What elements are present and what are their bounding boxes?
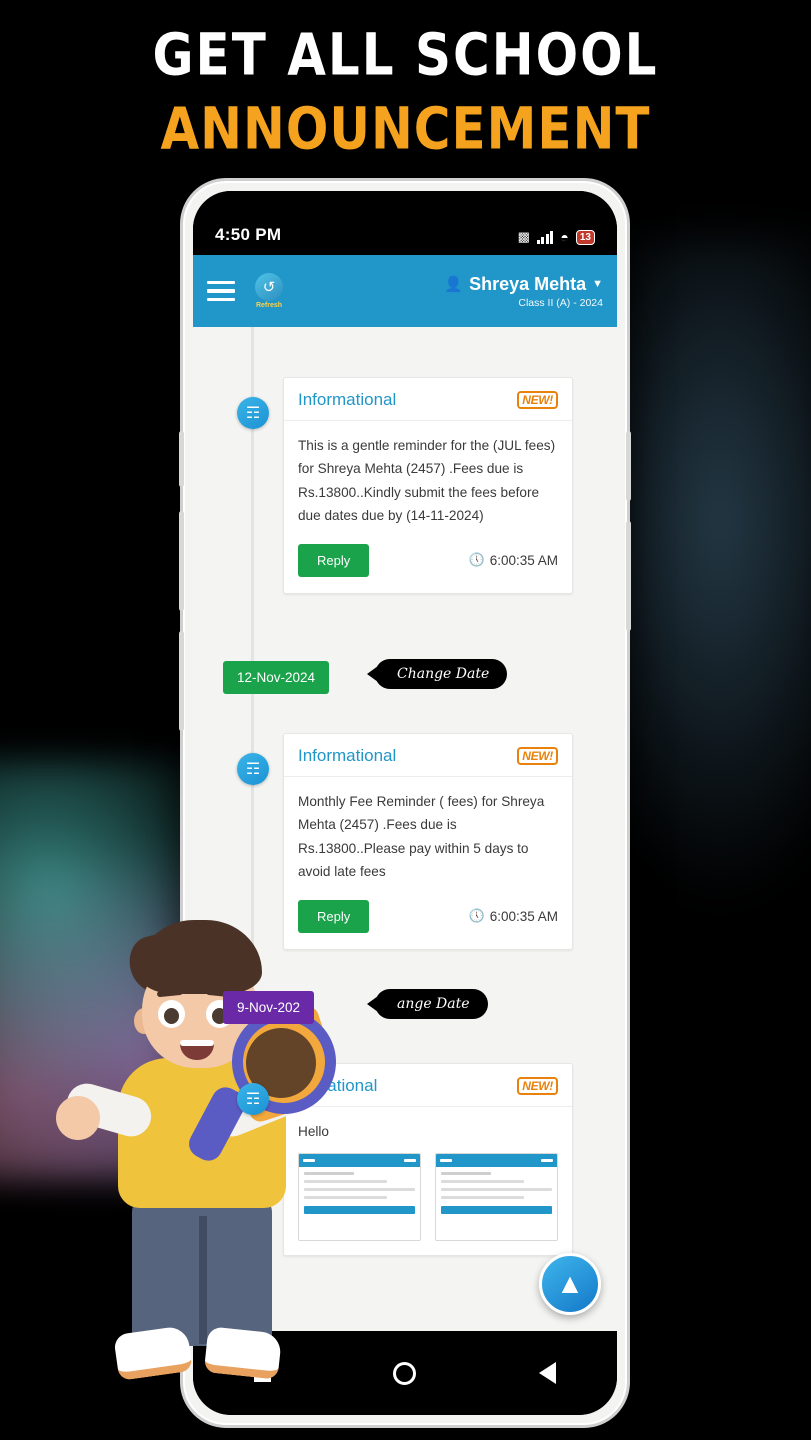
date-chip-2: 9-Nov-202 bbox=[223, 991, 315, 1024]
announcement-footer: Reply 🕔 6:00:35 AM bbox=[284, 532, 572, 593]
announcement-time-text: 6:00:35 AM bbox=[489, 552, 558, 568]
announcement-icon: ☶ bbox=[237, 397, 269, 429]
user-name: Shreya Mehta bbox=[469, 273, 587, 294]
home-icon[interactable] bbox=[393, 1361, 417, 1385]
announcement-title: Informational bbox=[298, 390, 397, 409]
promo-headline: GET ALL SCHOOL ANNOUNCEMENT bbox=[0, 26, 811, 158]
sim-icon: ▩ bbox=[517, 229, 530, 244]
announcement-icon: ☶ bbox=[237, 1083, 269, 1115]
user-menu[interactable]: 👤 Shreya Mehta ▼ Class II (A) - 2024 bbox=[444, 274, 603, 309]
phone-side-button-1 bbox=[179, 431, 184, 487]
chevron-down-icon[interactable]: ▼ bbox=[592, 278, 603, 290]
status-time: 4:50 PM bbox=[215, 225, 282, 244]
announcement-time-text: 6:00:35 AM bbox=[489, 908, 558, 924]
clock-icon: 🕔 bbox=[468, 908, 485, 923]
status-bar: 4:50 PM ▩ ◓ 13 bbox=[193, 191, 617, 255]
change-date-button-1[interactable]: Change Date bbox=[375, 659, 508, 689]
announcement-text: Monthly Fee Reminder ( fees) for Shreya … bbox=[298, 794, 545, 880]
scroll-to-top-icon[interactable]: ▲ bbox=[539, 1253, 601, 1315]
refresh-label: Refresh bbox=[255, 302, 283, 309]
attachment-thumbnail[interactable] bbox=[435, 1153, 558, 1242]
status-indicators: ▩ ◓ 13 bbox=[518, 229, 595, 245]
refresh-button[interactable]: ↺ Refresh bbox=[255, 273, 283, 309]
headline-line-2: ANNOUNCEMENT bbox=[160, 95, 651, 163]
announcement-time: 🕔 6:00:35 AM bbox=[469, 908, 559, 924]
announcement-text: Hello bbox=[298, 1124, 329, 1139]
announcement-time: 🕔 6:00:35 AM bbox=[469, 552, 559, 568]
announcement-body: This is a gentle reminder for the (JUL f… bbox=[284, 421, 572, 532]
new-badge: NEW! bbox=[517, 747, 558, 765]
announcement-icon: ☶ bbox=[237, 753, 269, 785]
phone-side-button-3 bbox=[179, 631, 184, 731]
app-bar: ↺ Refresh 👤 Shreya Mehta ▼ Class II (A) … bbox=[193, 255, 617, 327]
phone-side-button-5 bbox=[626, 521, 631, 631]
new-badge: NEW! bbox=[517, 391, 558, 409]
date-chip-1: 12-Nov-2024 bbox=[223, 661, 330, 694]
announcement-header: Informational NEW! bbox=[284, 734, 572, 777]
announcement-text: This is a gentle reminder for the (JUL f… bbox=[298, 438, 556, 524]
wifi-icon: ◓ bbox=[560, 229, 569, 245]
user-avatar-icon: 👤 bbox=[444, 276, 464, 293]
announcement-title: Informational bbox=[298, 746, 397, 765]
phone-side-button-2 bbox=[179, 511, 184, 611]
mascot-illustration bbox=[51, 900, 350, 1410]
back-icon[interactable] bbox=[538, 1362, 556, 1384]
headline-line-1: GET ALL SCHOOL bbox=[152, 21, 659, 89]
refresh-icon: ↺ bbox=[255, 273, 283, 301]
new-badge: NEW! bbox=[517, 1077, 558, 1095]
announcement-header: Informational NEW! bbox=[284, 378, 572, 421]
battery-icon: 13 bbox=[575, 229, 595, 245]
announcement-body: Monthly Fee Reminder ( fees) for Shreya … bbox=[284, 777, 572, 888]
clock-icon: 🕔 bbox=[468, 552, 485, 567]
phone-side-button-4 bbox=[626, 431, 631, 501]
reply-button[interactable]: Reply bbox=[298, 543, 370, 577]
user-class: Class II (A) - 2024 bbox=[518, 296, 603, 309]
announcement-card-1[interactable]: Informational NEW! This is a gentle remi… bbox=[283, 377, 573, 594]
signal-bars-icon bbox=[536, 230, 554, 244]
hamburger-menu-icon[interactable] bbox=[207, 280, 235, 302]
change-date-button-2[interactable]: ange Date bbox=[375, 989, 488, 1019]
